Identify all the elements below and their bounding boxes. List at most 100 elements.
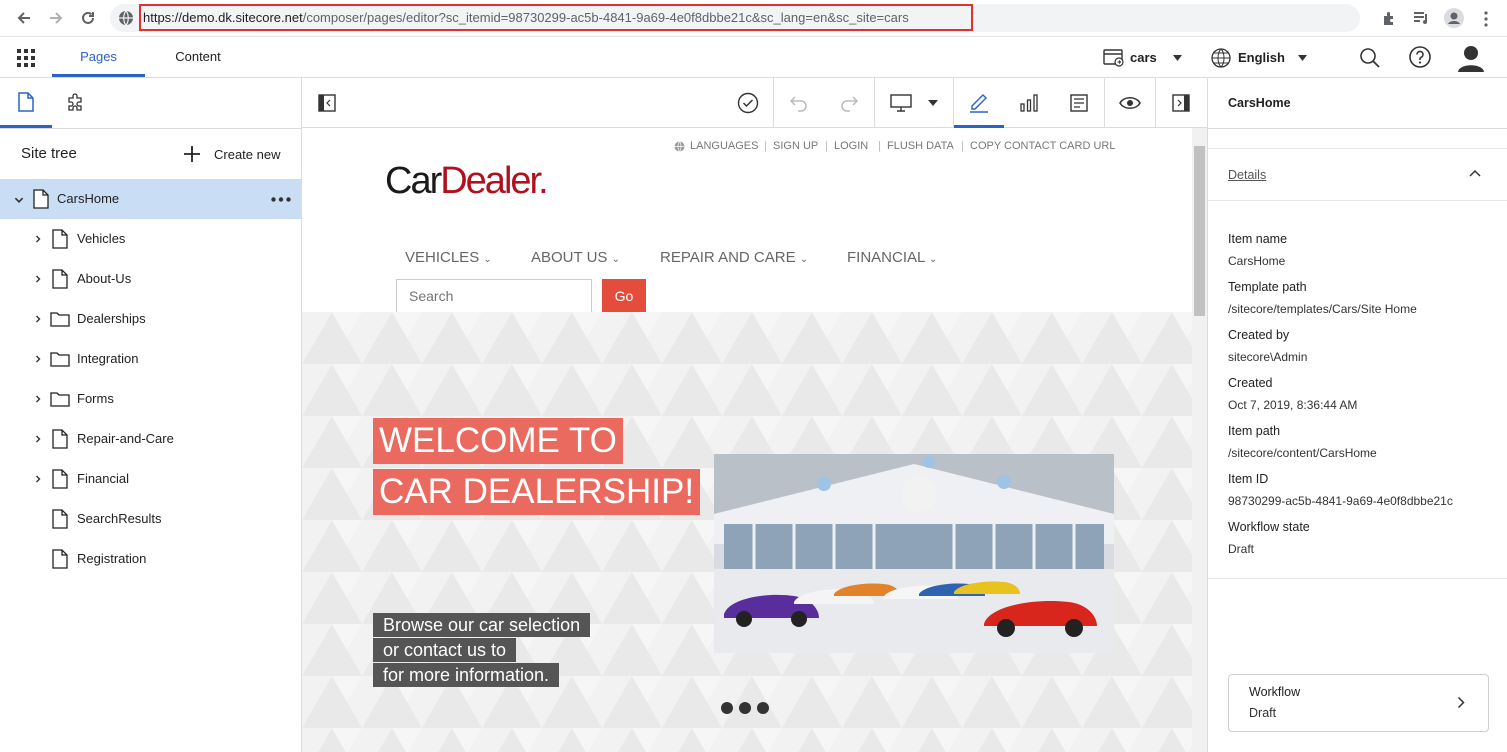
- preview-button[interactable]: [1105, 78, 1155, 128]
- site-selector[interactable]: cars: [1100, 46, 1188, 68]
- page-icon: [52, 469, 68, 489]
- chevron-right-icon[interactable]: [33, 234, 45, 246]
- redo-button[interactable]: [824, 78, 874, 128]
- site-selector-label: cars: [1130, 50, 1157, 65]
- detail-label: Item ID: [1228, 472, 1269, 486]
- tree-row-integration[interactable]: Integration: [0, 339, 301, 379]
- details-section-toggle[interactable]: Details: [1228, 168, 1266, 182]
- tab-pages[interactable]: Pages: [52, 37, 145, 77]
- search-icon[interactable]: [1359, 47, 1381, 69]
- tree-row-root[interactable]: CarsHome: [0, 179, 301, 219]
- site-logo[interactable]: CarDealer.: [385, 160, 549, 203]
- carousel-dot[interactable]: [721, 702, 733, 714]
- tree-row-dealerships[interactable]: Dealerships: [0, 299, 301, 339]
- detail-label: Template path: [1228, 280, 1307, 294]
- tree-row-vehicles[interactable]: Vehicles: [0, 219, 301, 259]
- top-link-flush-data[interactable]: FLUSH DATA: [887, 140, 954, 152]
- carousel-dot[interactable]: [757, 702, 769, 714]
- top-link-signup[interactable]: SIGN UP: [773, 140, 818, 152]
- tree-row-searchresults[interactable]: SearchResults: [0, 499, 301, 539]
- chevron-right-icon[interactable]: [33, 314, 45, 326]
- tab-site-tree[interactable]: [0, 78, 52, 128]
- tab-content[interactable]: Content: [152, 37, 244, 77]
- extensions-icon[interactable]: [1378, 7, 1400, 29]
- workflow-value: Draft: [1249, 706, 1277, 720]
- item-title: CarsHome: [1228, 96, 1291, 110]
- detail-label: Workflow state: [1228, 520, 1310, 534]
- chevron-right-icon[interactable]: [33, 354, 45, 366]
- undo-button[interactable]: [774, 78, 824, 128]
- undo-icon: [789, 96, 807, 112]
- toggle-right-panel-button[interactable]: [1156, 78, 1206, 128]
- app-launcher-icon[interactable]: [17, 49, 35, 67]
- hero-banner: WELCOME TO CAR DEALERSHIP! Browse our ca…: [302, 312, 1192, 752]
- reading-list-icon[interactable]: [1410, 7, 1432, 29]
- browser-menu-icon[interactable]: [1484, 11, 1488, 27]
- tab-components[interactable]: [52, 78, 102, 128]
- analytics-button[interactable]: [1004, 78, 1054, 128]
- link-separator: |: [825, 140, 828, 152]
- nav-item-vehicles[interactable]: VEHICLES ⌄: [405, 249, 492, 266]
- workflow-label: Workflow: [1249, 685, 1301, 699]
- chevron-right-icon[interactable]: [33, 434, 45, 446]
- scrollbar-thumb[interactable]: [1194, 146, 1205, 316]
- top-link-copy-contact[interactable]: COPY CONTACT CARD URL: [970, 140, 1115, 152]
- workflow-card[interactable]: Workflow Draft: [1228, 674, 1489, 732]
- help-icon[interactable]: [1409, 46, 1431, 68]
- tree-row-about-us[interactable]: About-Us: [0, 259, 301, 299]
- site-search-input[interactable]: [396, 279, 592, 313]
- panel-left-icon: [318, 94, 336, 112]
- save-button[interactable]: [723, 78, 773, 128]
- language-selector-label: English: [1238, 50, 1285, 65]
- toggle-left-panel-button[interactable]: [302, 78, 352, 128]
- tree-row-financial[interactable]: Financial: [0, 459, 301, 499]
- top-link-languages[interactable]: LANGUAGES: [690, 140, 758, 152]
- canvas-scrollbar[interactable]: [1192, 128, 1207, 752]
- edit-mode-button[interactable]: [954, 78, 1004, 128]
- tree-row-registration[interactable]: Registration: [0, 539, 301, 579]
- site-info-icon[interactable]: [118, 10, 134, 26]
- device-selector[interactable]: [875, 78, 953, 128]
- carousel-dot[interactable]: [739, 702, 751, 714]
- page-icon: [52, 509, 68, 529]
- hero-text-line-1: Browse our car selection: [373, 613, 591, 637]
- panel-right-icon: [1172, 94, 1190, 112]
- tree-row-forms[interactable]: Forms: [0, 379, 301, 419]
- site-search-go-button[interactable]: Go: [602, 279, 646, 313]
- user-avatar-icon[interactable]: [1458, 44, 1484, 72]
- desktop-icon: [890, 94, 912, 112]
- site-tree-title: Site tree: [21, 145, 77, 162]
- top-link-login[interactable]: LOGIN: [834, 140, 868, 152]
- chevron-right-icon[interactable]: [33, 394, 45, 406]
- pencil-icon: [970, 93, 988, 113]
- divider: [1208, 148, 1507, 149]
- detail-label: Created: [1228, 376, 1273, 390]
- nav-item-financial[interactable]: FINANCIAL ⌄: [847, 249, 937, 266]
- app-header: Pages Content cars English: [0, 37, 1507, 78]
- divider: [0, 128, 301, 129]
- profile-icon[interactable]: [1443, 7, 1465, 29]
- divider: [1208, 200, 1507, 201]
- reload-icon[interactable]: [77, 7, 99, 29]
- chevron-right-icon[interactable]: [33, 474, 45, 486]
- chevron-up-icon[interactable]: [1469, 169, 1481, 177]
- tree-item-label: Dealerships: [77, 311, 146, 326]
- nav-item-about-us[interactable]: ABOUT US ⌄: [531, 249, 620, 266]
- chevron-down-icon[interactable]: [13, 194, 25, 206]
- link-separator: |: [878, 140, 881, 152]
- back-icon[interactable]: [13, 7, 35, 29]
- tree-row-repair-and-care[interactable]: Repair-and-Care: [0, 419, 301, 459]
- plus-icon: [184, 146, 200, 162]
- forward-icon[interactable]: [45, 7, 67, 29]
- tree-item-label: Repair-and-Care: [77, 431, 174, 446]
- create-new-button[interactable]: Create new: [182, 144, 287, 166]
- nav-item-repair-and-care[interactable]: REPAIR AND CARE ⌄: [660, 249, 808, 266]
- language-selector[interactable]: English: [1210, 46, 1310, 68]
- puzzle-icon: [68, 93, 82, 111]
- divider: [1208, 128, 1507, 129]
- page-details-button[interactable]: [1054, 78, 1104, 128]
- detail-value: /sitecore/content/CarsHome: [1228, 446, 1377, 460]
- more-options-icon[interactable]: [271, 197, 291, 202]
- hero-text-line-3: for more information.: [373, 663, 560, 687]
- chevron-right-icon[interactable]: [33, 274, 45, 286]
